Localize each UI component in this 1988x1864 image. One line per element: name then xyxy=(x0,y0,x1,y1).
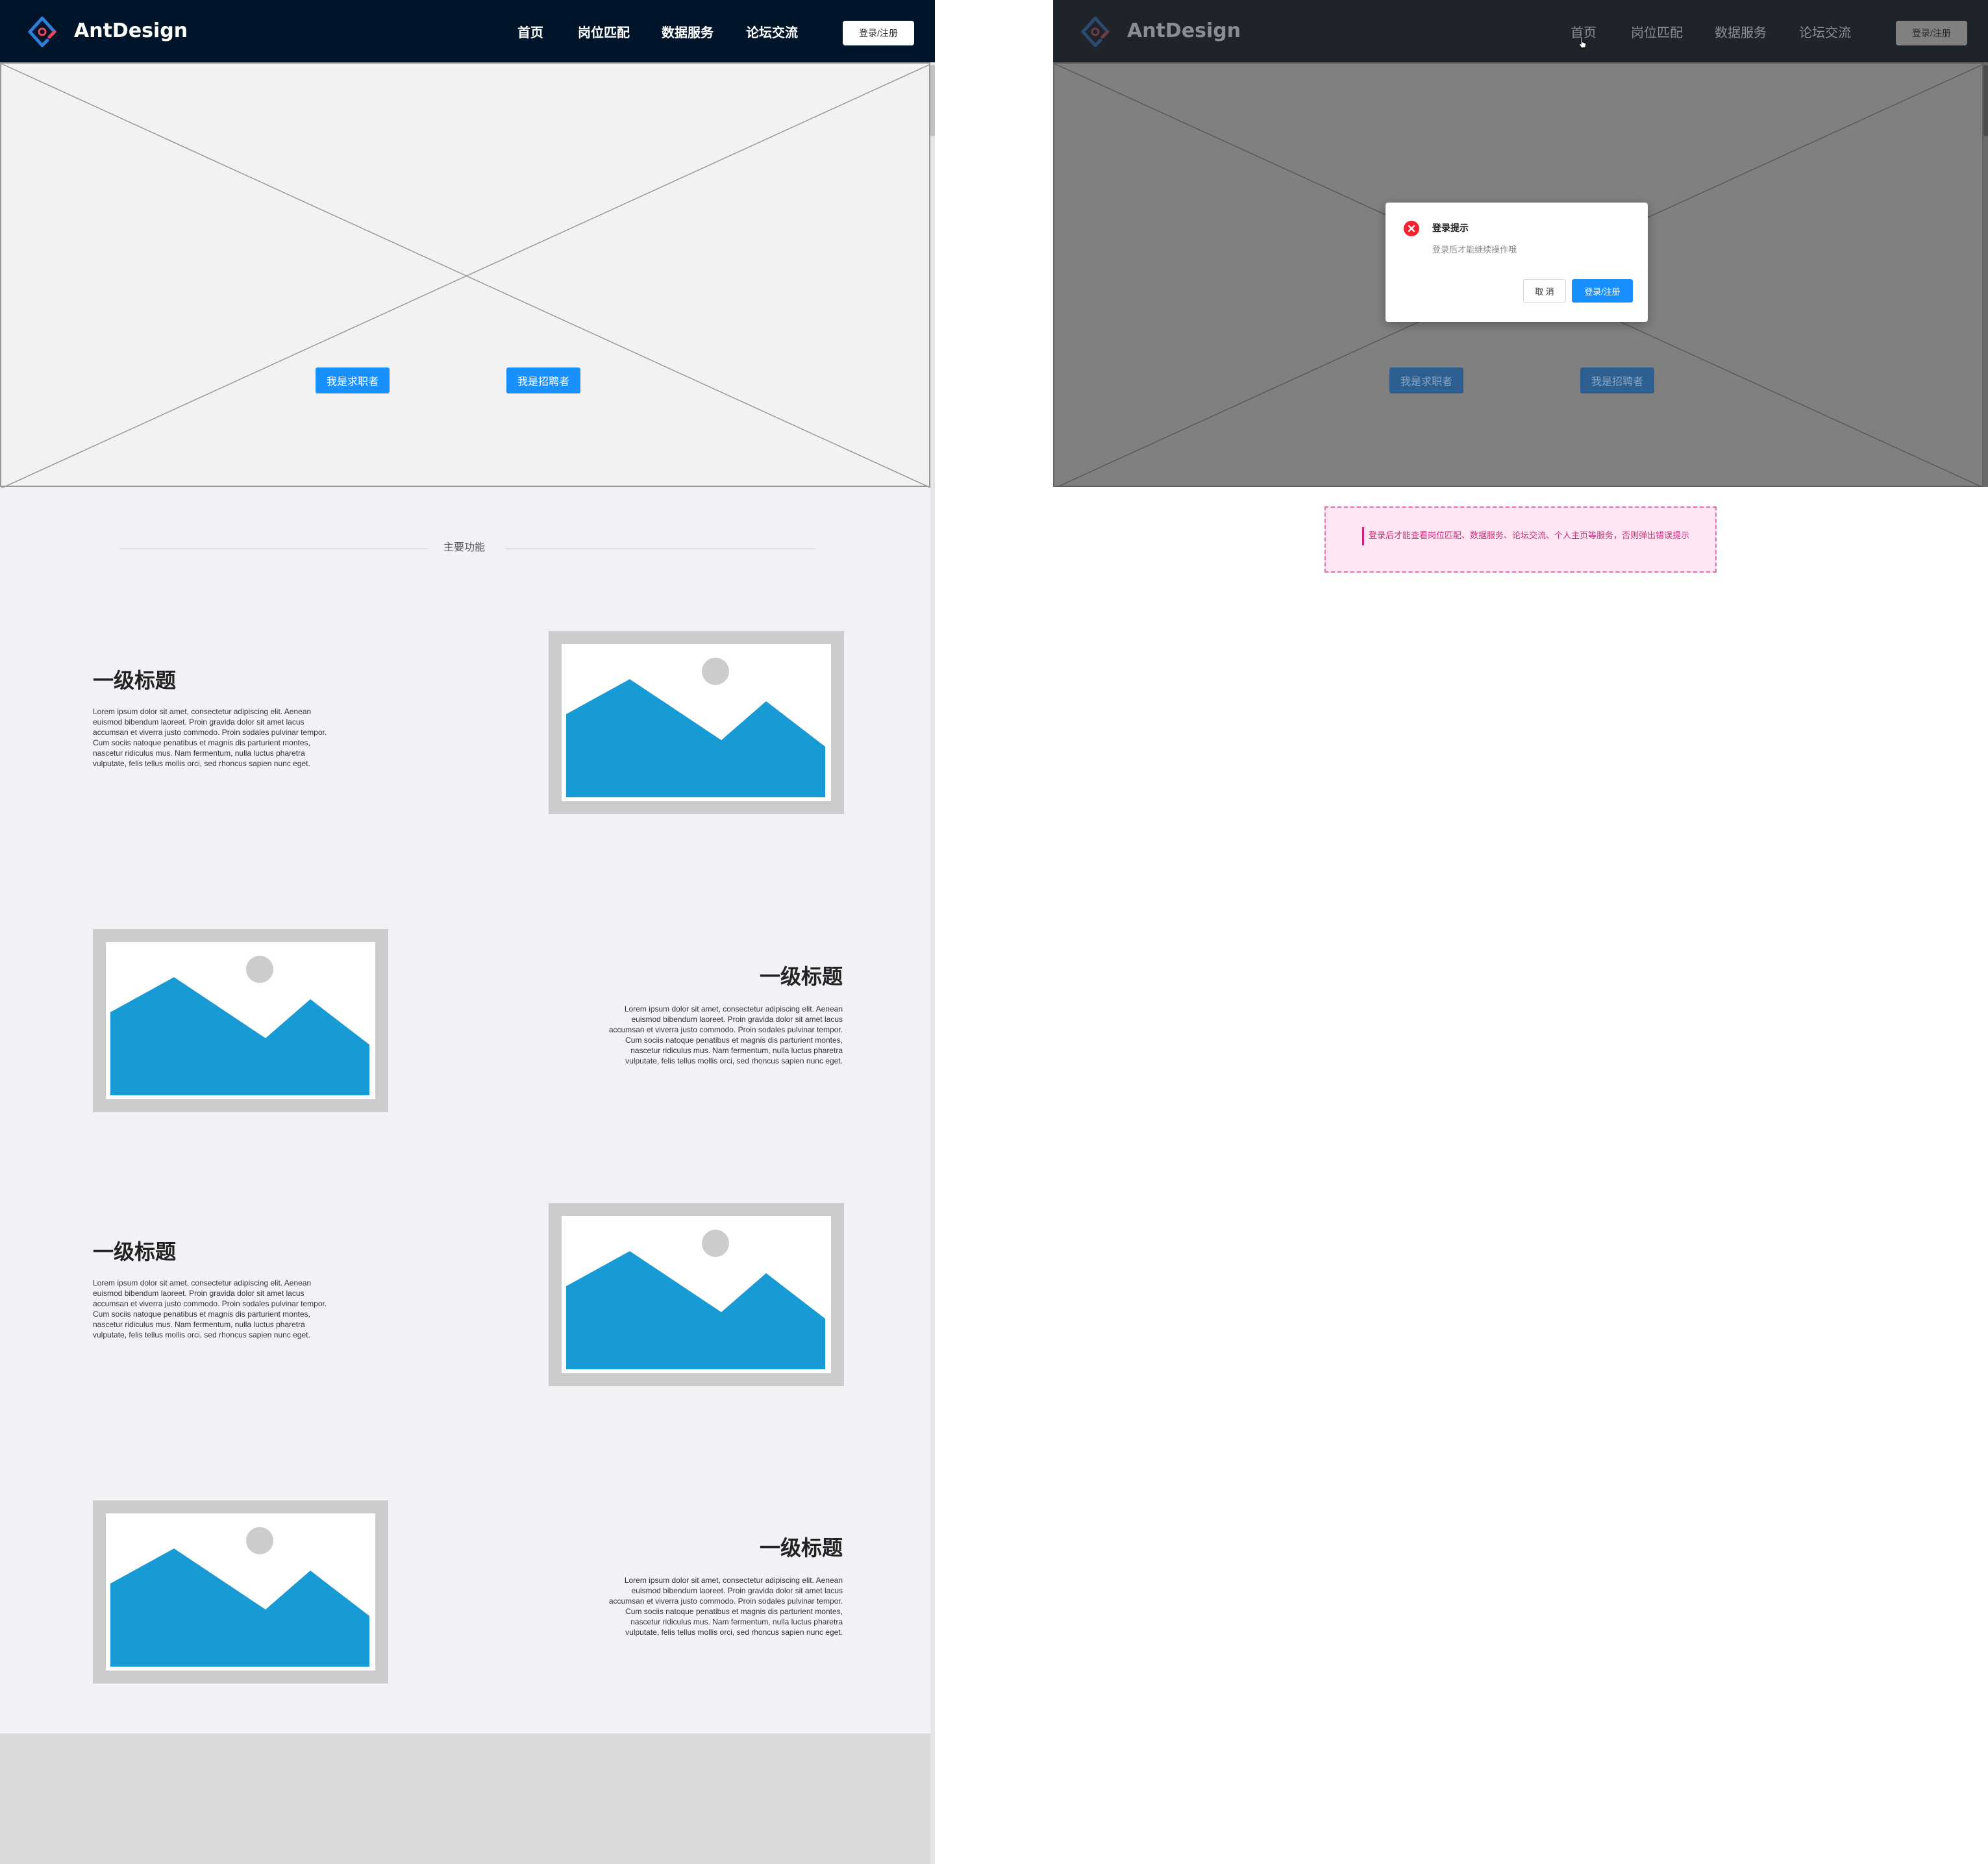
feature-description: Lorem ipsum dolor sit amet, consectetur … xyxy=(93,1278,327,1339)
login-prompt-screen: AntDesign 首页 岗位匹配 数据服务 论坛交流 登录/注册 我是求职者 … xyxy=(1053,0,1988,487)
top-navbar: AntDesign 首页 岗位匹配 数据服务 论坛交流 登录/注册 xyxy=(1053,0,1988,62)
section-divider-title: 主要功能 xyxy=(443,541,485,553)
scrollbar-thumb[interactable] xyxy=(930,65,935,136)
nav-item-job-match[interactable]: 岗位匹配 xyxy=(1631,23,1683,42)
home-page-screen: AntDesign 首页 岗位匹配 数据服务 论坛交流 登录/注册 我是求职者 … xyxy=(0,0,935,1864)
logo-text[interactable]: AntDesign xyxy=(1127,18,1241,44)
job-seeker-button[interactable]: 我是求职者 xyxy=(1389,367,1463,393)
mouse-pointer-icon xyxy=(1578,36,1587,49)
feature-description: Lorem ipsum dolor sit amet, consectetur … xyxy=(608,1004,843,1065)
recruiter-button[interactable]: 我是招聘者 xyxy=(1580,367,1654,393)
image-placeholder-frame xyxy=(562,644,831,801)
antdesign-logo-icon xyxy=(28,16,56,47)
section-divider-right xyxy=(505,548,815,549)
scrollbar-thumb[interactable] xyxy=(1983,65,1988,136)
feature-title: 一级标题 xyxy=(760,964,843,989)
image-placeholder xyxy=(549,631,844,814)
cancel-button[interactable]: 取 消 xyxy=(1523,279,1566,303)
nav-item-job-match[interactable]: 岗位匹配 xyxy=(578,23,630,42)
nav-item-forum[interactable]: 论坛交流 xyxy=(1799,23,1851,42)
banner-placeholder-cross xyxy=(1,64,932,488)
feature-description: Lorem ipsum dolor sit amet, consectetur … xyxy=(93,707,327,768)
feature-title: 一级标题 xyxy=(760,1535,843,1560)
hero-banner-placeholder: 我是求职者 我是招聘者 xyxy=(0,62,932,488)
recruiter-button[interactable]: 我是招聘者 xyxy=(506,367,580,393)
vertical-scrollbar[interactable] xyxy=(930,62,935,1864)
login-register-button[interactable]: 登录/注册 xyxy=(843,21,914,45)
nav-item-home[interactable]: 首页 xyxy=(517,23,543,42)
image-placeholder-frame xyxy=(106,1513,375,1671)
image-icon xyxy=(566,658,825,797)
error-circle-icon xyxy=(1404,221,1419,236)
section-divider-left xyxy=(119,548,429,549)
annotation-marker xyxy=(1362,527,1364,545)
image-icon xyxy=(110,1527,369,1667)
image-icon xyxy=(110,956,369,1095)
login-prompt-modal: 登录提示 登录后才能继续操作哦 取 消 登录/注册 xyxy=(1385,203,1648,322)
image-placeholder-frame xyxy=(562,1216,831,1373)
image-placeholder xyxy=(93,929,388,1112)
modal-login-register-button[interactable]: 登录/注册 xyxy=(1572,279,1633,303)
image-placeholder xyxy=(93,1500,388,1684)
nav-item-forum[interactable]: 论坛交流 xyxy=(746,23,798,42)
footer-placeholder xyxy=(0,1734,930,1864)
logo-text[interactable]: AntDesign xyxy=(74,18,188,44)
image-icon xyxy=(566,1230,825,1369)
annotation-note: 登录后才能查看岗位匹配、数据服务、论坛交流、个人主页等服务，否则弹出错误提示 xyxy=(1324,506,1717,573)
feature-description: Lorem ipsum dolor sit amet, consectetur … xyxy=(608,1576,843,1637)
annotation-text: 登录后才能查看岗位匹配、数据服务、论坛交流、个人主页等服务，否则弹出错误提示 xyxy=(1369,531,1690,541)
image-placeholder-frame xyxy=(106,942,375,1099)
nav-item-data-service[interactable]: 数据服务 xyxy=(662,23,714,42)
feature-title: 一级标题 xyxy=(93,1239,177,1264)
login-register-button[interactable]: 登录/注册 xyxy=(1896,21,1967,45)
job-seeker-button[interactable]: 我是求职者 xyxy=(316,367,390,393)
modal-title: 登录提示 xyxy=(1432,223,1469,234)
top-navbar: AntDesign 首页 岗位匹配 数据服务 论坛交流 登录/注册 xyxy=(0,0,935,62)
feature-title: 一级标题 xyxy=(93,668,177,693)
nav-item-data-service[interactable]: 数据服务 xyxy=(1715,23,1767,42)
modal-content: 登录后才能继续操作哦 xyxy=(1432,245,1517,255)
image-placeholder xyxy=(549,1203,844,1386)
antdesign-logo-icon xyxy=(1081,16,1110,47)
